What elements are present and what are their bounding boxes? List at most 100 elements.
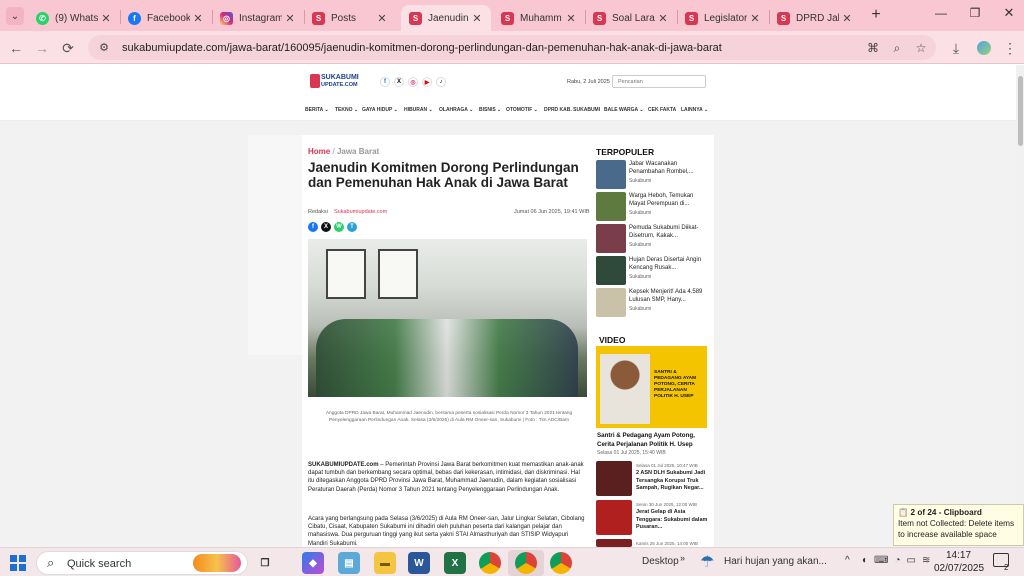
url-text[interactable]: sukabumiupdate.com/jawa-barat/160095/jae… xyxy=(122,42,722,54)
video-list-title[interactable]: 2 ASN DLH Sukabumi Jadi Tersangka Korups… xyxy=(636,470,710,493)
video-list-thumbnail[interactable] xyxy=(596,539,632,547)
author-label: Redaksi xyxy=(308,209,328,215)
weather-text[interactable]: Hari hujan yang akan... xyxy=(724,556,827,567)
excel-icon[interactable]: X xyxy=(444,552,466,574)
video-thumbnail[interactable]: SANTRI & PEDAGANG AYAM POTONG, CERITA PE… xyxy=(596,346,707,428)
start-button[interactable] xyxy=(10,555,26,571)
tab-dprd-jabar[interactable]: S DPRD Jab ✕ xyxy=(769,5,861,31)
nav-hiburan[interactable]: HIBURAN ⌄ xyxy=(404,107,433,113)
nav-olahraga[interactable]: OLAHRAGA ⌄ xyxy=(439,107,473,113)
site-logo[interactable]: SUKABUMI UPDATE.COM xyxy=(310,73,364,91)
clock-date[interactable]: 02/07/2025 xyxy=(934,563,984,574)
scrollbar-thumb[interactable] xyxy=(1018,76,1023,146)
nav-lainnya[interactable]: LAINNYA ⌄ xyxy=(681,107,708,113)
popular-thumbnail[interactable] xyxy=(596,192,626,221)
close-icon[interactable]: ✕ xyxy=(563,12,579,25)
close-icon[interactable]: ✕ xyxy=(655,12,671,25)
share-x-icon[interactable]: X xyxy=(321,222,331,232)
nav-bisnis[interactable]: BISNIS ⌄ xyxy=(479,107,501,113)
maximize-button[interactable]: ❐ xyxy=(964,6,986,24)
tab-soal-larangan[interactable]: S Soal Laran ✕ xyxy=(585,5,677,31)
close-window-button[interactable]: ✕ xyxy=(998,5,1020,23)
desktop-arrow-icon[interactable]: » xyxy=(680,553,685,563)
popular-thumbnail[interactable] xyxy=(596,256,626,285)
nav-tekno[interactable]: TEKNO ⌄ xyxy=(335,107,358,113)
nav-gaya-hidup[interactable]: GAYA HIDUP ⌄ xyxy=(362,107,398,113)
share-facebook-icon[interactable]: f xyxy=(308,222,318,232)
word-icon[interactable]: W xyxy=(408,552,430,574)
site-info-icon[interactable]: ⚙ xyxy=(96,40,112,56)
popular-thumbnail[interactable] xyxy=(596,288,626,317)
popular-title[interactable]: Pemuda Sukabumi Diikat-Disetrum, Kakak..… xyxy=(629,224,709,241)
reload-button[interactable]: ⟳ xyxy=(58,38,78,58)
youtube-icon[interactable]: ▶ xyxy=(422,77,432,87)
close-icon[interactable]: ✕ xyxy=(282,12,298,25)
tray-icons[interactable]: ◐⌨◔▭≋ xyxy=(862,555,936,566)
minimize-button[interactable]: — xyxy=(930,6,952,24)
video-list-title[interactable]: Jerat Gelap di Asia Tenggara: Sukabumi d… xyxy=(636,509,710,532)
breadcrumb-category[interactable]: Jawa Barat xyxy=(337,147,379,156)
zoom-icon[interactable]: ⌕ xyxy=(888,39,906,57)
search-input[interactable] xyxy=(612,75,706,88)
chrome-icon[interactable] xyxy=(479,552,501,574)
video-list-thumbnail[interactable] xyxy=(596,500,632,535)
file-explorer-icon[interactable]: ▬ xyxy=(374,552,396,574)
task-view-icon[interactable]: ❐ xyxy=(254,552,276,574)
close-icon[interactable]: ✕ xyxy=(190,12,206,25)
nav-berita[interactable]: BERITA ⌄ xyxy=(305,107,329,113)
popular-heading: TERPOPULER xyxy=(596,147,655,157)
share-whatsapp-icon[interactable]: W xyxy=(334,222,344,232)
extension-icon[interactable] xyxy=(974,38,994,58)
new-tab-button[interactable]: + xyxy=(866,5,886,25)
close-icon[interactable]: ✕ xyxy=(469,12,485,25)
weather-icon[interactable]: ☂ xyxy=(700,552,714,572)
nav-otomotif[interactable]: OTOMOTIF ⌄ xyxy=(506,107,538,113)
tab-search-button[interactable]: ⌄ xyxy=(6,7,24,25)
popular-title[interactable]: Kepsek Menjerit! Ada 4.589 Lulusan SMP, … xyxy=(629,288,709,305)
clock-time[interactable]: 14:17 xyxy=(946,550,971,561)
address-bar[interactable]: ⚙ sukabumiupdate.com/jawa-barat/160095/j… xyxy=(88,35,936,60)
author-name[interactable]: Sukabumiupdate.com xyxy=(334,209,387,215)
chrome-active-icon[interactable] xyxy=(515,552,537,574)
nav-cek-fakta[interactable]: CEK FAKTA xyxy=(648,107,676,113)
close-icon[interactable]: ✕ xyxy=(747,12,763,25)
popular-thumbnail[interactable] xyxy=(596,224,626,253)
close-icon[interactable]: ✕ xyxy=(839,12,855,25)
video-title[interactable]: Santri & Pedagang Ayam Potong, Cerita Pe… xyxy=(597,432,709,449)
nav-bale-warga[interactable]: BALE WARGA ⌄ xyxy=(604,107,644,113)
popular-title[interactable]: Warga Heboh, Temukan Mayat Perempuan di.… xyxy=(629,192,709,209)
download-icon[interactable]: ⤓ xyxy=(946,38,966,58)
tray-chevron-icon[interactable]: ^ xyxy=(845,555,850,566)
instagram-icon[interactable]: ◎ xyxy=(408,77,418,87)
facebook-icon[interactable]: f xyxy=(380,77,390,87)
close-icon[interactable]: ✕ xyxy=(98,12,114,25)
tab-jaenudin[interactable]: S Jaenudin K ✕ xyxy=(401,5,491,31)
clipboard-notification[interactable]: 📋 2 of 24 - Clipboard Item not Collected… xyxy=(893,504,1024,546)
tab-muhammad[interactable]: S Muhamm ✕ xyxy=(493,5,585,31)
video-list-thumbnail[interactable] xyxy=(596,461,632,496)
menu-icon[interactable]: ⋮ xyxy=(1000,38,1020,58)
tab-facebook[interactable]: f Facebook ✕ xyxy=(120,5,212,31)
bookmark-star-icon[interactable]: ☆ xyxy=(912,39,930,57)
copilot-icon[interactable]: ◆ xyxy=(302,552,324,574)
popular-title[interactable]: Jabar Wacanakan Penambahan Rombel,... xyxy=(629,160,709,177)
breadcrumb-home[interactable]: Home xyxy=(308,147,330,156)
desktop-label[interactable]: Desktop xyxy=(642,556,679,567)
x-twitter-icon[interactable]: X xyxy=(394,77,404,87)
forward-button[interactable]: → xyxy=(32,38,52,58)
back-button[interactable]: ← xyxy=(6,38,26,58)
share-telegram-icon[interactable]: T xyxy=(347,222,357,232)
tab-posts[interactable]: S Posts ✕ xyxy=(304,5,396,31)
popular-title[interactable]: Hujan Deras Disertai Angin Kencang Rusak… xyxy=(629,256,709,273)
files-app-icon[interactable]: ▤ xyxy=(338,552,360,574)
tab-legislator[interactable]: S Legislator ✕ xyxy=(677,5,769,31)
tab-whatsapp[interactable]: ✆ (9) WhatsA ✕ xyxy=(28,5,120,31)
close-icon[interactable]: ✕ xyxy=(374,12,390,25)
popular-thumbnail[interactable] xyxy=(596,160,626,189)
nav-dprd[interactable]: DPRD KAB. SUKABUMI xyxy=(544,107,600,113)
translate-icon[interactable]: ⌘ xyxy=(864,39,882,57)
taskbar-search[interactable]: ⌕ Quick search xyxy=(36,551,248,575)
tiktok-icon[interactable]: ♪ xyxy=(436,77,446,87)
chrome-profile-icon[interactable] xyxy=(550,552,572,574)
tab-instagram[interactable]: ◎ Instagram ✕ xyxy=(212,5,304,31)
